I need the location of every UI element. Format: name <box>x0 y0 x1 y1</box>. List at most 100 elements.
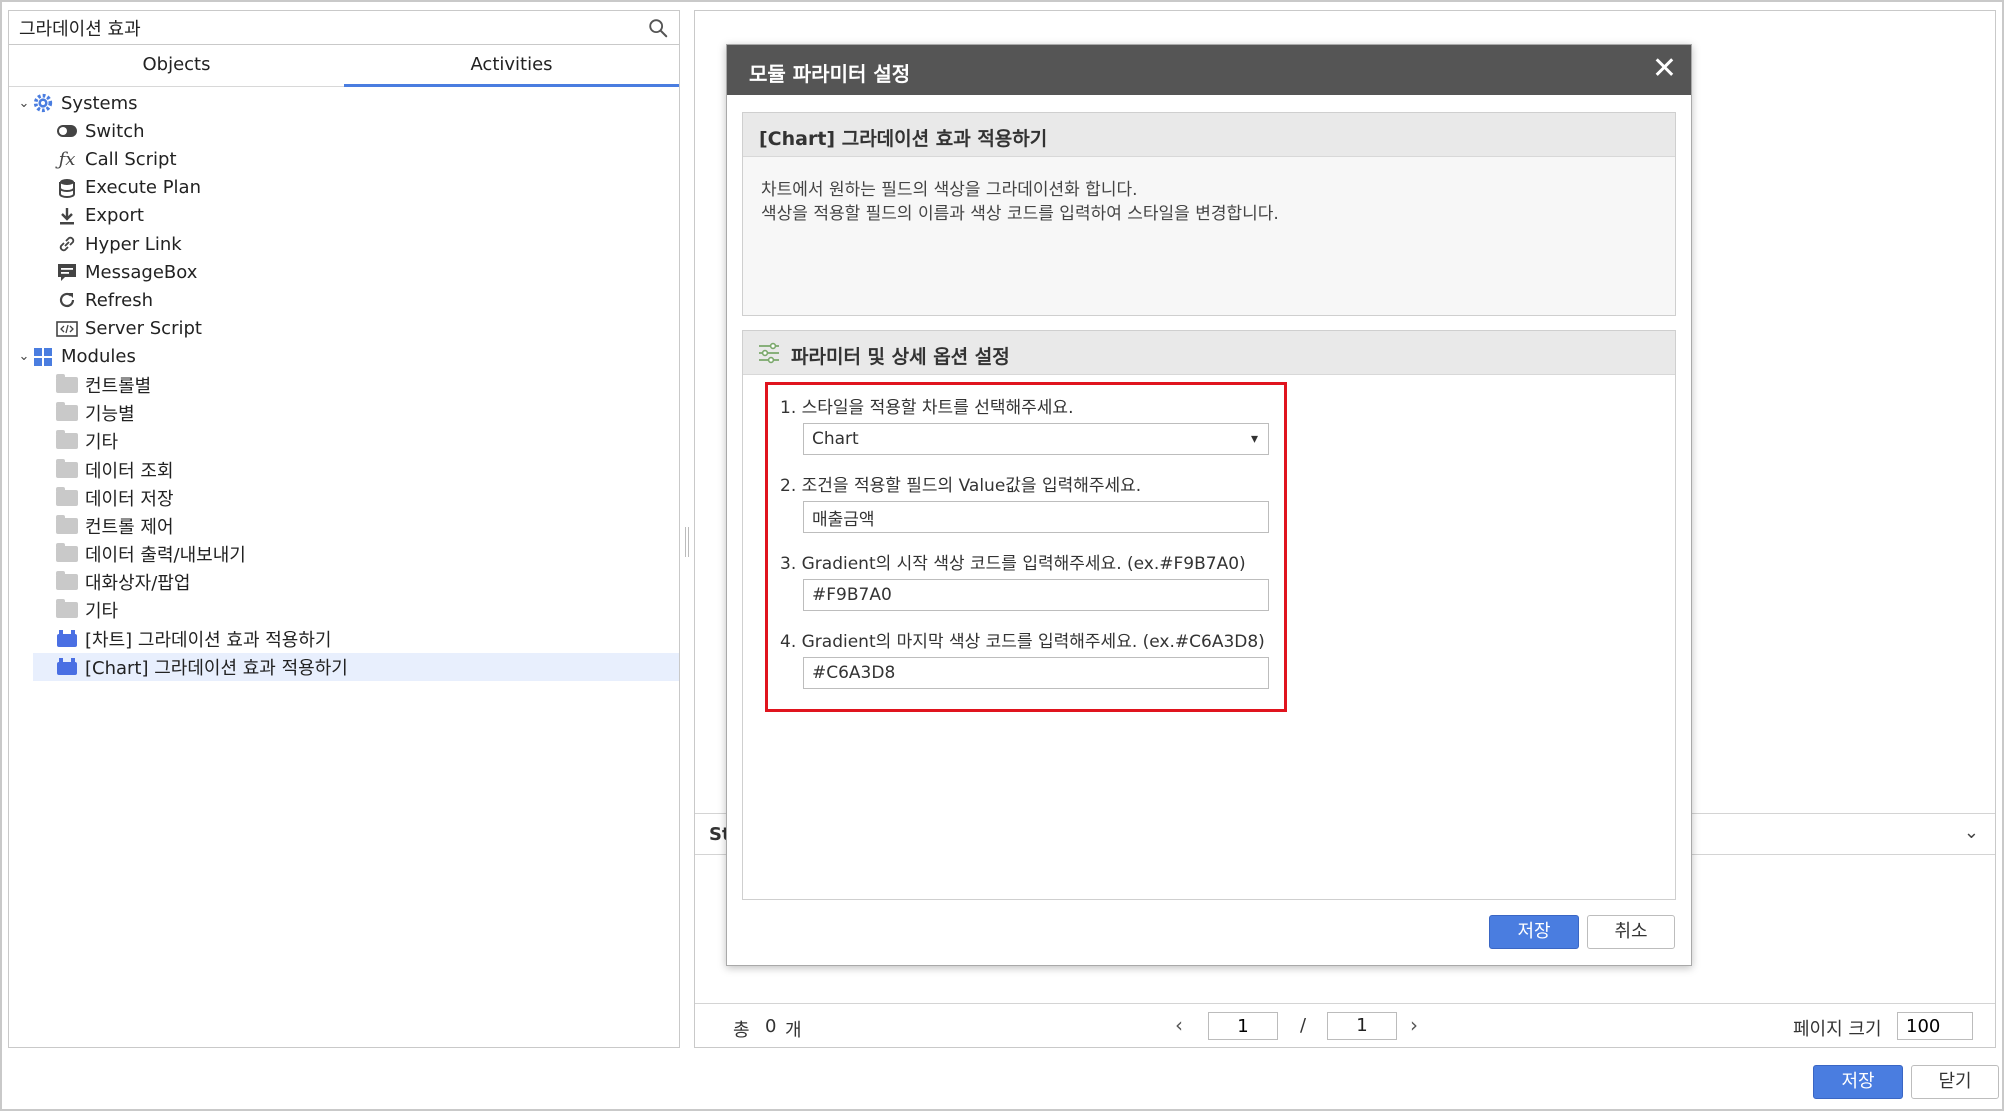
tree-item-label: MessageBox <box>85 261 198 283</box>
tree-folder[interactable]: 데이터 저장 <box>9 484 679 512</box>
tree-module-item-selected[interactable]: [Chart] 그라데이션 효과 적용하기 <box>33 652 679 681</box>
message-icon <box>55 261 79 283</box>
next-page-icon[interactable]: › <box>1410 1013 1418 1037</box>
chevron-down-icon[interactable]: ⌄ <box>17 96 31 111</box>
folder-icon <box>55 458 79 481</box>
folder-icon <box>55 430 79 452</box>
page-number-input[interactable] <box>1208 1012 1278 1040</box>
modules-grid-icon <box>31 346 55 368</box>
chart-select[interactable]: Chart ▾ <box>803 423 1269 455</box>
link-icon <box>55 233 79 255</box>
tree-folder[interactable]: 데이터 출력/내보내기 <box>9 540 679 568</box>
tree-item-call-script[interactable]: ƒx Call Script <box>9 145 679 173</box>
download-icon <box>55 205 79 227</box>
end-color-input[interactable] <box>803 657 1269 689</box>
total-count: 0 <box>765 1016 777 1037</box>
tree-group-systems[interactable]: ⌄ Systems <box>9 89 679 117</box>
tree-group-modules[interactable]: ⌄ Modules <box>9 343 679 371</box>
module-icon <box>55 656 79 678</box>
tree-folder-label: 기타 <box>85 601 119 623</box>
parameter-section: 파라미터 및 상세 옵션 설정 1. 스타일을 적용할 차트를 선택해주세요. … <box>742 330 1676 900</box>
module-parameter-dialog: 모듈 파라미터 설정 ✕ [Chart] 그라데이션 효과 적용하기 차트에서 … <box>726 44 1692 966</box>
tree-folder-label: 데이터 조회 <box>85 460 174 482</box>
tab-objects[interactable]: Objects <box>9 47 344 87</box>
tree-item-label: Call Script <box>85 148 177 170</box>
database-icon <box>55 177 79 199</box>
gear-icon <box>31 92 55 114</box>
close-icon[interactable]: ✕ <box>1652 53 1677 85</box>
tree-folder[interactable]: 기타 <box>9 427 679 455</box>
page-separator: / <box>1300 1015 1307 1036</box>
tree-item-hyper-link[interactable]: Hyper Link <box>9 230 679 258</box>
tree-folder-label: 기능별 <box>85 404 135 426</box>
save-button[interactable]: 저장 <box>1813 1065 1903 1099</box>
tree-item-label: Hyper Link <box>85 233 182 255</box>
panel-tabs: Objects Activities <box>9 47 679 87</box>
tree-folder[interactable]: 컨트롤 제어 <box>9 512 679 540</box>
prev-page-icon[interactable]: ‹ <box>1175 1013 1183 1037</box>
tree-item-messagebox[interactable]: MessageBox <box>9 258 679 286</box>
module-description-line: 색상을 적용할 필드의 이름과 색상 코드를 입력하여 스타일을 변경합니다. <box>761 204 1279 224</box>
tree-folder-label: 대화상자/팝업 <box>85 573 191 595</box>
tree-folder-label: 컨트롤별 <box>85 375 152 397</box>
chevron-down-icon: ▾ <box>1250 431 1258 447</box>
tree-folder[interactable]: 기능별 <box>9 399 679 427</box>
start-color-input[interactable] <box>803 579 1269 611</box>
tree-item-server-script[interactable]: Server Script <box>9 315 679 343</box>
dialog-title: 모듈 파라미터 설정 <box>749 62 911 86</box>
question-label: 2. 조건을 적용할 필드의 Value값을 입력해주세요. <box>780 476 1142 496</box>
question-label: 1. 스타일을 적용할 차트를 선택해주세요. <box>780 398 1074 418</box>
sliders-icon <box>759 342 779 364</box>
tree-module-item[interactable]: [차트] 그라데이션 효과 적용하기 <box>9 625 679 653</box>
tree-group-label: Systems <box>61 92 138 114</box>
question-label: 4. Gradient의 마지막 색상 코드를 입력해주세요. (ex.#C6A… <box>780 632 1265 652</box>
search-icon[interactable] <box>647 17 669 39</box>
dialog-header: 모듈 파라미터 설정 ✕ <box>727 45 1691 95</box>
tree-item-switch[interactable]: Switch <box>9 117 679 145</box>
tree-folder-label: 데이터 출력/내보내기 <box>85 545 246 567</box>
module-description-line: 차트에서 원하는 필드의 색상을 그라데이션화 합니다. <box>761 180 1138 200</box>
tree-folder[interactable]: 대화상자/팝업 <box>9 568 679 596</box>
tree-module-label: [Chart] 그라데이션 효과 적용하기 <box>85 657 348 679</box>
question-label: 3. Gradient의 시작 색상 코드를 입력해주세요. (ex.#F9B7… <box>780 554 1246 574</box>
dialog-save-button[interactable]: 저장 <box>1489 915 1579 949</box>
pager: 총 0 개 ‹ / 1 › 페이지 크기 <box>695 1003 1995 1047</box>
tree-item-label: Switch <box>85 120 145 142</box>
tree-item-export[interactable]: Export <box>9 202 679 230</box>
dialog-cancel-button[interactable]: 취소 <box>1587 915 1675 949</box>
code-icon <box>55 318 79 340</box>
folder-icon <box>55 599 79 621</box>
search-input[interactable] <box>19 15 619 41</box>
folder-icon <box>55 514 79 537</box>
folder-icon <box>55 373 79 396</box>
module-info-box: [Chart] 그라데이션 효과 적용하기 차트에서 원하는 필드의 색상을 그… <box>742 112 1676 316</box>
tree-item-label: Server Script <box>85 318 202 340</box>
panel-splitter[interactable] <box>685 527 689 557</box>
field-value-input[interactable] <box>803 501 1269 533</box>
page-size-input[interactable] <box>1897 1012 1973 1040</box>
folder-icon <box>55 486 79 509</box>
folder-icon <box>55 402 79 424</box>
info-title-bar: [Chart] 그라데이션 효과 적용하기 <box>743 113 1675 157</box>
tree-item-refresh[interactable]: Refresh <box>9 286 679 314</box>
folder-icon <box>55 543 79 565</box>
parameter-form-highlight: 1. 스타일을 적용할 차트를 선택해주세요. Chart ▾ 2. 조건을 적… <box>765 382 1287 712</box>
tree-group-label: Modules <box>61 346 136 368</box>
tree-folder-label: 컨트롤 제어 <box>85 516 174 538</box>
parameter-title-bar: 파라미터 및 상세 옵션 설정 <box>743 331 1675 375</box>
page-size-label: 페이지 크기 <box>1793 1019 1882 1040</box>
chart-select-value: Chart <box>812 429 859 449</box>
activity-tree: ⌄ Systems Switch ƒx Call Script Execute … <box>9 89 679 681</box>
activity-panel: Objects Activities ⌄ Systems Switch ƒx C… <box>8 10 680 1048</box>
module-title: [Chart] 그라데이션 효과 적용하기 <box>759 128 1048 150</box>
tree-folder[interactable]: 컨트롤별 <box>9 371 679 399</box>
chevron-down-icon[interactable]: ⌄ <box>17 349 31 364</box>
tree-folder-label: 기타 <box>85 432 119 454</box>
close-button[interactable]: 닫기 <box>1911 1065 1999 1099</box>
tab-activities[interactable]: Activities <box>344 47 679 87</box>
chevron-down-icon[interactable]: ⌄ <box>1964 822 1979 843</box>
tree-item-execute-plan[interactable]: Execute Plan <box>9 174 679 202</box>
tree-folder[interactable]: 기타 <box>9 596 679 624</box>
tree-folder-label: 데이터 저장 <box>85 488 174 510</box>
tree-folder[interactable]: 데이터 조회 <box>9 455 679 483</box>
